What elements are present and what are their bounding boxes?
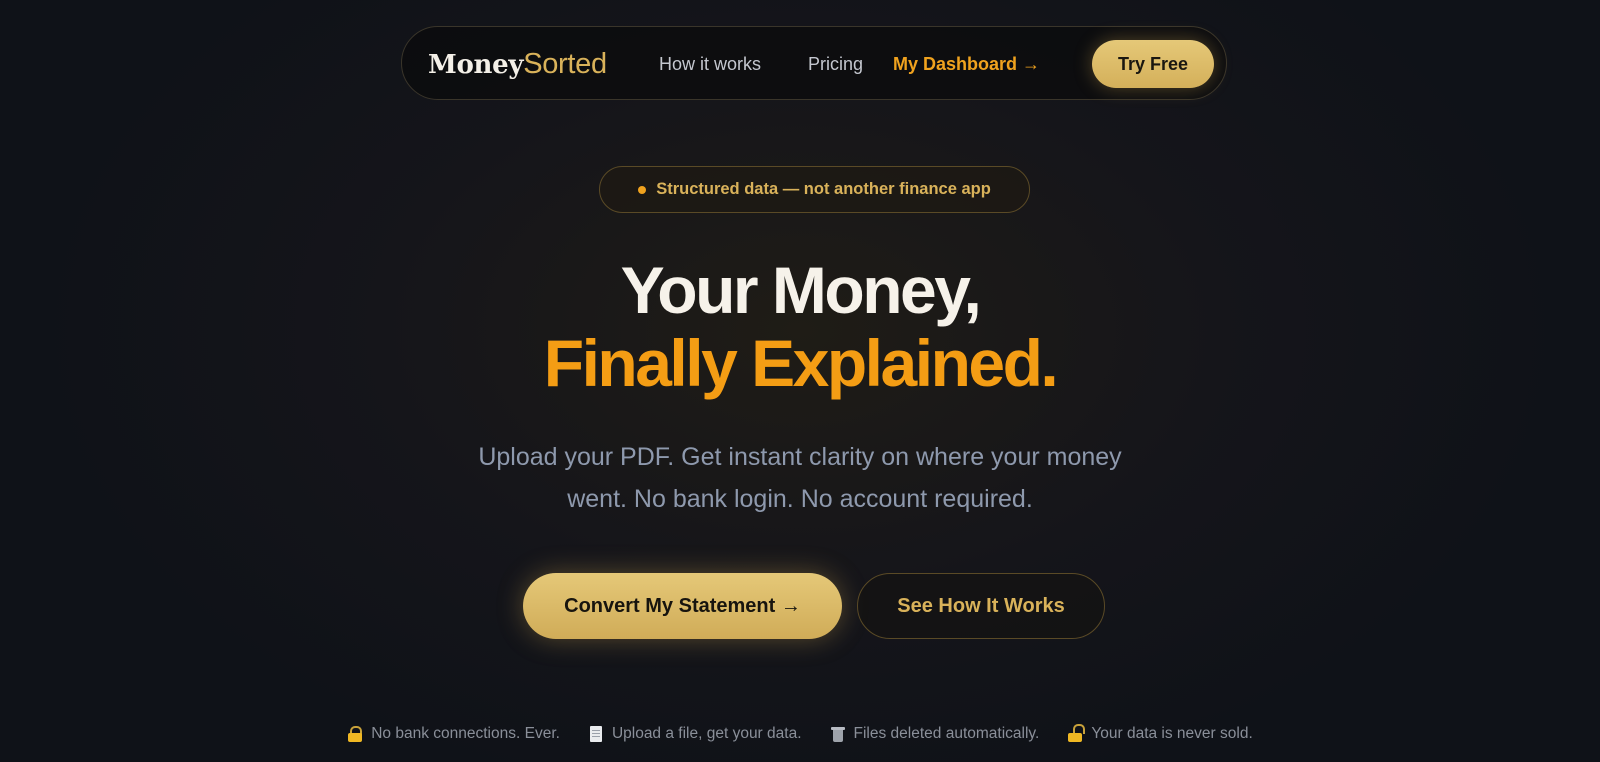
nav-link-my-dashboard[interactable]: My Dashboard → xyxy=(893,53,1040,75)
trust-item-no-bank: No bank connections. Ever. xyxy=(347,725,560,743)
trust-item-deleted: Files deleted automatically. xyxy=(830,725,1040,743)
top-nav: MoneySorted How it works Pricing My Dash… xyxy=(401,26,1227,100)
hero-subtitle: Upload your PDF. Get instant clarity on … xyxy=(478,443,1122,513)
trust-item-never-sold: Your data is never sold. xyxy=(1067,724,1253,743)
trust-text: Your data is never sold. xyxy=(1091,725,1253,742)
try-free-button[interactable]: Try Free xyxy=(1092,40,1214,88)
hero-title-line1: Your Money, xyxy=(620,253,982,327)
see-how-it-works-button[interactable]: See How It Works xyxy=(857,573,1105,639)
trash-icon xyxy=(830,726,846,742)
nav-link-pricing[interactable]: Pricing xyxy=(808,53,863,75)
trust-text: Upload a file, get your data. xyxy=(611,725,802,742)
document-icon xyxy=(588,726,604,742)
trust-row: No bank connections. Ever. Upload a file… xyxy=(0,724,1600,743)
logo-sorted: Sorted xyxy=(523,48,607,80)
convert-statement-button[interactable]: Convert My Statement → xyxy=(523,573,842,639)
trust-item-upload: Upload a file, get your data. xyxy=(588,725,802,743)
nav-link-how-it-works[interactable]: How it works xyxy=(659,53,761,75)
trust-text: No bank connections. Ever. xyxy=(371,725,560,742)
badge-text: Structured data — not another finance ap… xyxy=(656,180,991,198)
tagline-badge: Structured data — not another finance ap… xyxy=(599,166,1030,213)
logo-money: Money xyxy=(428,50,524,80)
logo[interactable]: MoneySorted xyxy=(428,47,607,82)
open-lock-icon xyxy=(1067,724,1086,742)
trust-text: Files deleted automatically. xyxy=(853,725,1040,742)
hero-title-line2: Finally Explained. xyxy=(543,326,1059,400)
lock-icon xyxy=(347,726,363,742)
badge-dot-icon xyxy=(638,185,647,194)
